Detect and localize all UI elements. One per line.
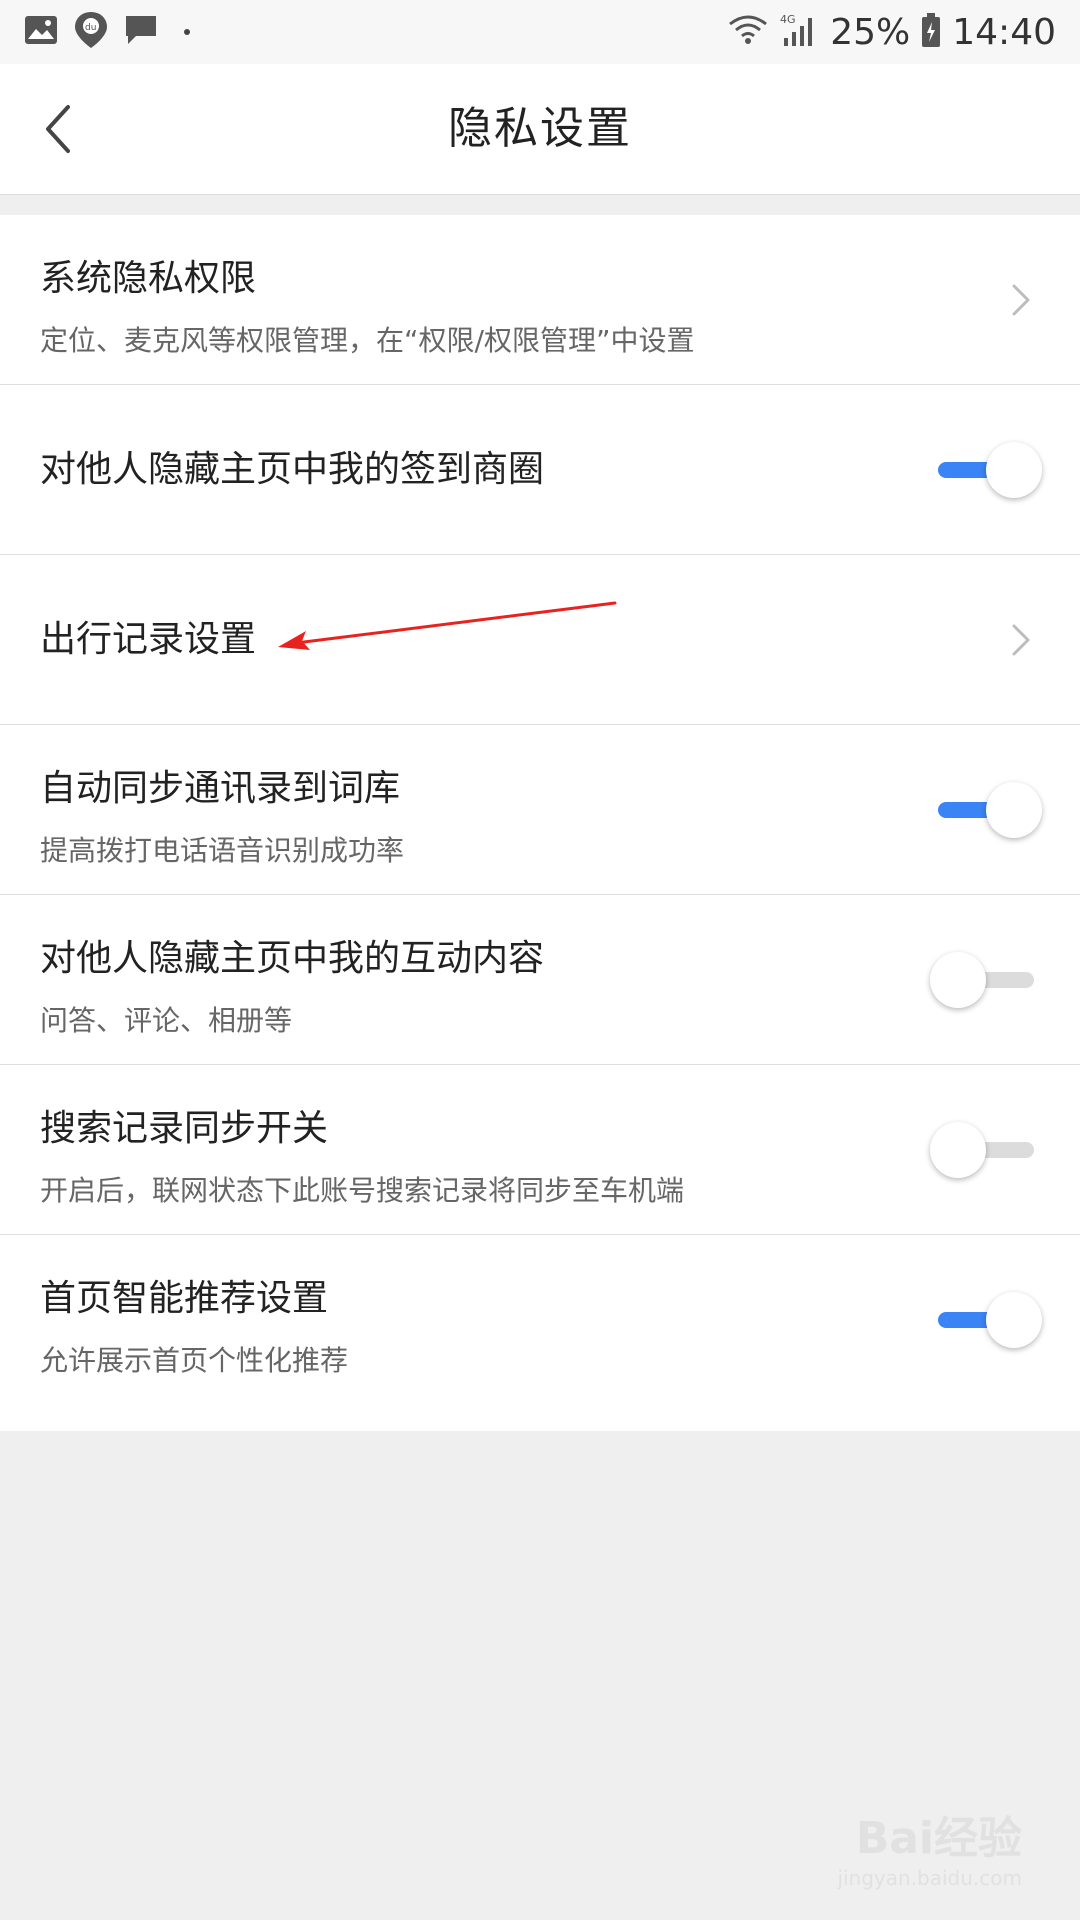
sync-contacts-toggle[interactable]	[930, 780, 1042, 840]
setting-subtitle: 定位、麦克风等权限管理，在“权限/权限管理”中设置	[40, 324, 695, 357]
gallery-icon	[24, 15, 58, 49]
baidu-map-icon: du	[72, 10, 110, 54]
chevron-right-icon	[1012, 284, 1030, 316]
setting-title: 对他人隐藏主页中我的签到商圈	[40, 449, 545, 490]
setting-travel-record[interactable]: 出行记录设置	[0, 555, 1080, 725]
header: 隐私设置	[0, 64, 1080, 195]
home-recommendation-toggle[interactable]	[930, 1290, 1042, 1350]
toggle-knob	[930, 1122, 986, 1178]
toggle-knob	[986, 782, 1042, 838]
notification-dot	[184, 29, 190, 35]
search-sync-toggle[interactable]	[930, 1120, 1042, 1180]
toggle-knob	[986, 1292, 1042, 1348]
status-bar-left: du	[24, 12, 190, 52]
setting-search-sync: 搜索记录同步开关 开启后，联网状态下此账号搜索记录将同步至车机端	[0, 1065, 1080, 1235]
svg-text:du: du	[85, 23, 96, 33]
setting-title: 出行记录设置	[40, 619, 257, 660]
network-type-label: 4G	[780, 13, 796, 26]
setting-title: 首页智能推荐设置	[40, 1278, 329, 1319]
setting-home-recommendation: 首页智能推荐设置 允许展示首页个性化推荐	[0, 1235, 1080, 1431]
battery-icon	[920, 12, 942, 52]
watermark-url: jingyan.baidu.com	[837, 1866, 1022, 1890]
hide-interactions-toggle[interactable]	[930, 950, 1042, 1010]
setting-title: 对他人隐藏主页中我的互动内容	[40, 938, 545, 979]
setting-title: 系统隐私权限	[40, 258, 257, 299]
setting-title: 自动同步通讯录到词库	[40, 768, 401, 809]
toggle-knob	[986, 442, 1042, 498]
setting-hide-interactions: 对他人隐藏主页中我的互动内容 问答、评论、相册等	[0, 895, 1080, 1065]
setting-hide-checkin-area: 对他人隐藏主页中我的签到商圈	[0, 385, 1080, 555]
page-title: 隐私设置	[448, 103, 632, 154]
section-gap	[0, 195, 1080, 215]
setting-subtitle: 问答、评论、相册等	[40, 1004, 293, 1037]
setting-subtitle: 开启后，联网状态下此账号搜索记录将同步至车机端	[40, 1174, 685, 1207]
settings-list: 系统隐私权限 定位、麦克风等权限管理，在“权限/权限管理”中设置 对他人隐藏主页…	[0, 215, 1080, 1431]
battery-level: 25%	[830, 11, 911, 53]
signal-icon: 4G	[780, 12, 820, 52]
message-icon	[124, 14, 158, 50]
setting-subtitle: 提高拨打电话语音识别成功率	[40, 834, 405, 867]
chevron-right-icon	[1012, 624, 1030, 656]
setting-subtitle: 允许展示首页个性化推荐	[40, 1344, 349, 1377]
setting-system-privacy-permissions[interactable]: 系统隐私权限 定位、麦克风等权限管理，在“权限/权限管理”中设置	[0, 215, 1080, 385]
wifi-icon	[726, 12, 770, 52]
watermark-logo: Bai经验	[855, 1813, 1022, 1864]
watermark: Bai经验 jingyan.baidu.com	[837, 1802, 1022, 1890]
setting-sync-contacts: 自动同步通讯录到词库 提高拨打电话语音识别成功率	[0, 725, 1080, 895]
setting-title: 搜索记录同步开关	[40, 1108, 329, 1149]
status-bar-right: 4G 25% 14:40	[726, 8, 1056, 56]
toggle-knob	[930, 952, 986, 1008]
clock: 14:40	[952, 11, 1056, 53]
hide-checkin-area-toggle[interactable]	[930, 440, 1042, 500]
status-bar: du 4G 25% 14:40	[0, 0, 1080, 64]
